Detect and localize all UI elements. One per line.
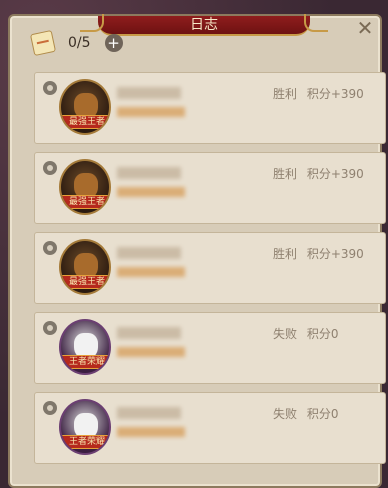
result-text: 胜利 (273, 87, 298, 101)
score-text: 积分+390 (306, 167, 364, 181)
score-text: 积分+390 (306, 87, 364, 101)
player-name (117, 327, 181, 339)
pin-icon[interactable] (43, 241, 57, 255)
pin-icon[interactable] (43, 401, 57, 415)
score-text: 积分0 (306, 327, 339, 341)
add-ticket-button[interactable]: + (104, 34, 123, 52)
player-name (117, 167, 181, 179)
dialog-title: 日志 (80, 14, 328, 36)
player-name (117, 87, 181, 99)
player-name (117, 407, 181, 419)
result-line: 胜利 积分+390 (273, 245, 370, 262)
hero-avatar: 王者荣耀 (59, 319, 111, 375)
log-entry[interactable]: 王者荣耀 失败 积分0 (34, 312, 386, 384)
pin-icon[interactable] (43, 321, 57, 335)
ticket-icon (29, 29, 57, 57)
stats-bar (117, 107, 185, 117)
title-decoration-right (304, 14, 328, 32)
result-text: 胜利 (273, 167, 298, 181)
log-entry[interactable]: 最强王者 胜利 积分+390 (34, 232, 386, 304)
rank-badge: 王者荣耀 (61, 435, 109, 449)
result-line: 胜利 积分+390 (273, 85, 370, 102)
stats-bar (117, 427, 185, 437)
result-text: 失败 (273, 327, 298, 341)
hero-avatar: 最强王者 (59, 239, 111, 295)
result-line: 胜利 积分+390 (273, 165, 370, 182)
result-text: 胜利 (273, 247, 298, 261)
hero-avatar: 最强王者 (59, 79, 111, 135)
score-text: 积分+390 (306, 247, 364, 261)
result-line: 失败 积分0 (273, 405, 344, 422)
rank-badge: 最强王者 (61, 195, 109, 209)
stats-bar (117, 267, 185, 277)
pin-icon[interactable] (43, 81, 57, 95)
rank-badge: 王者荣耀 (61, 355, 109, 369)
hero-avatar: 王者荣耀 (59, 399, 111, 455)
player-name (117, 247, 181, 259)
ticket-counter: 0/5 + (29, 29, 123, 57)
dialog-title-text: 日志 (190, 17, 218, 33)
rank-badge: 最强王者 (61, 275, 109, 289)
log-entry[interactable]: 最强王者 胜利 积分+390 (34, 152, 386, 224)
rank-badge: 最强王者 (61, 115, 109, 129)
stats-bar (117, 347, 185, 357)
ticket-count: 0/5 (68, 35, 91, 51)
close-icon[interactable]: ✕ (355, 18, 375, 38)
result-line: 失败 积分0 (273, 325, 344, 342)
result-text: 失败 (273, 407, 298, 421)
hero-avatar: 最强王者 (59, 159, 111, 215)
log-entry[interactable]: 王者荣耀 失败 积分0 (34, 392, 386, 464)
stats-bar (117, 187, 185, 197)
score-text: 积分0 (306, 407, 339, 421)
pin-icon[interactable] (43, 161, 57, 175)
log-entry[interactable]: 最强王者 胜利 积分+390 (34, 72, 386, 144)
